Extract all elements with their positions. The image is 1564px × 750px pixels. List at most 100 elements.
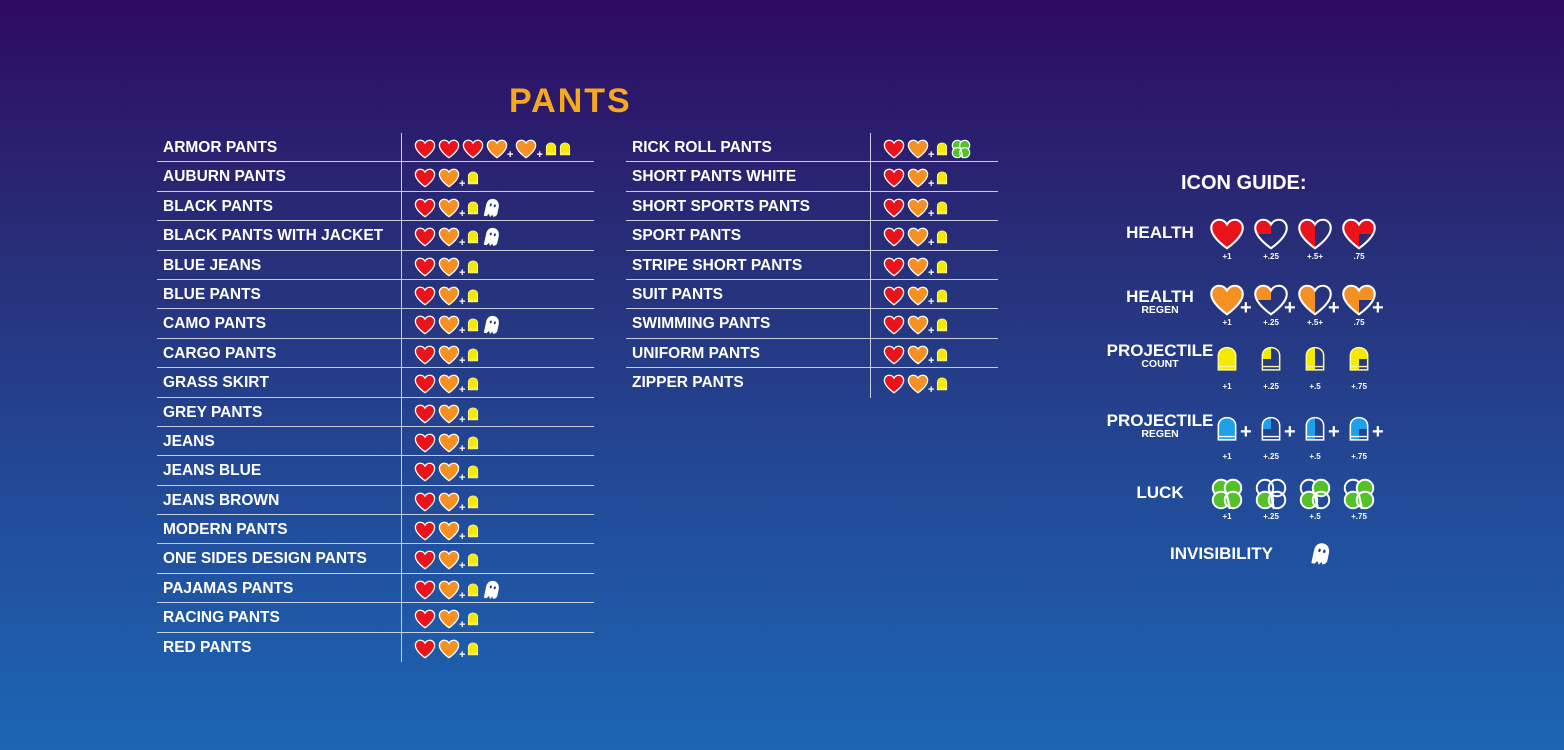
heart-icon xyxy=(1254,218,1288,250)
column-divider xyxy=(870,338,871,368)
item-name: SHORT SPORTS PANTS xyxy=(632,197,810,215)
heart-icon xyxy=(462,139,484,159)
heart-regen-icon xyxy=(438,433,460,453)
bullet-regen-icon xyxy=(1305,416,1325,441)
column-divider xyxy=(401,221,402,250)
clover-icon xyxy=(1299,478,1331,510)
bullet-icon xyxy=(1305,346,1325,371)
item-name: MODERN PANTS xyxy=(163,521,288,539)
heart-regen-icon xyxy=(486,139,508,159)
heart-regen-icon xyxy=(907,169,929,188)
heart-icon xyxy=(414,315,436,335)
column-divider xyxy=(870,191,871,221)
regen-plus-mark: + xyxy=(459,531,466,544)
icon-guide-title: ICON GUIDE: xyxy=(1181,172,1307,194)
item-name: UNIFORM PANTS xyxy=(632,344,761,362)
regen-plus-mark: + xyxy=(459,295,466,308)
guide-item: +1 xyxy=(1204,216,1250,261)
stat-icons: + xyxy=(413,371,480,396)
guide-item: +.25 xyxy=(1248,336,1294,391)
item-name: CARGO PANTS xyxy=(163,344,277,362)
item-name: JEANS xyxy=(163,432,215,450)
regen-plus-mark: + xyxy=(459,354,466,367)
invisibility-label: INVISIBILITY xyxy=(1170,544,1273,563)
stat-icons: + xyxy=(413,195,504,219)
guide-item: +.5+ xyxy=(1292,216,1338,261)
guide-item: +1 xyxy=(1204,476,1250,521)
heart-icon xyxy=(883,139,905,159)
column-divider xyxy=(401,632,402,663)
guide-value: +.75 xyxy=(1351,512,1367,521)
table-row: CARGO PANTS + xyxy=(157,338,594,369)
item-name: STRIPE SHORT PANTS xyxy=(632,256,803,274)
guide-value: .75 xyxy=(1353,318,1365,327)
heart-regen-icon xyxy=(438,551,460,570)
table-row: SPORT PANTS + xyxy=(626,221,998,251)
heart-icon xyxy=(1298,218,1332,250)
heart-regen-icon xyxy=(438,580,460,600)
heart-icon xyxy=(883,374,905,394)
table-row: GRASS SKIRT + xyxy=(157,368,594,398)
bullet-icon xyxy=(468,642,479,655)
clover-icon xyxy=(1343,478,1375,510)
heart-icon xyxy=(414,286,436,306)
bullet-icon xyxy=(468,612,479,626)
heart-icon xyxy=(414,227,436,247)
heart-icon xyxy=(414,551,436,570)
guide-item: .75 xyxy=(1336,216,1382,261)
heart-icon xyxy=(883,169,905,188)
stat-icons: + xyxy=(413,224,504,250)
guide-value: +.5 xyxy=(1309,452,1321,461)
item-name: ARMOR PANTS xyxy=(163,139,278,156)
right-pants-table: RICK ROLL PANTS + SHORT PANTS WHITE + SHORT … xyxy=(626,133,998,398)
bullet-regen-icon xyxy=(1261,416,1281,441)
table-row: CAMO PANTS + xyxy=(157,309,594,339)
table-row: RICK ROLL PANTS + xyxy=(626,133,998,163)
stat-icons: + xyxy=(882,254,949,278)
ghost-icon xyxy=(1311,543,1330,565)
heart-regen-icon xyxy=(438,639,460,659)
heart-icon xyxy=(438,139,460,159)
column-divider xyxy=(870,368,871,398)
regen-plus-mark: + xyxy=(928,207,935,220)
guide-value: +1 xyxy=(1222,252,1232,261)
heart-regen-icon xyxy=(438,169,460,188)
stat-icons: + xyxy=(413,430,480,454)
stat-icons: + + xyxy=(413,136,572,161)
bullet-icon xyxy=(937,171,948,185)
stat-icons: + xyxy=(882,371,949,396)
item-name: AUBURN PANTS xyxy=(163,168,286,186)
guide-value: +.25 xyxy=(1263,252,1279,261)
heart-icon xyxy=(1210,218,1244,250)
bullet-icon xyxy=(937,201,948,215)
column-divider xyxy=(401,191,402,221)
clover-icon xyxy=(952,139,971,159)
heart-icon xyxy=(414,198,436,218)
bullet-icon xyxy=(468,524,479,538)
table-row: UNIFORM PANTS + xyxy=(626,338,998,369)
table-row: AUBURN PANTS + xyxy=(157,162,594,192)
bullet-icon xyxy=(937,377,948,391)
column-divider xyxy=(401,603,402,632)
heart-icon xyxy=(414,169,436,188)
heart-regen-icon xyxy=(907,374,929,394)
guide-value: +.5+ xyxy=(1306,318,1323,327)
heart-icon xyxy=(414,345,436,365)
regen-plus-mark: + xyxy=(459,413,466,426)
heart-regen-icon xyxy=(438,374,460,394)
bullet-icon xyxy=(468,260,479,273)
bullet-icon xyxy=(937,348,948,361)
heart-icon xyxy=(414,374,436,394)
regen-plus-mark: + xyxy=(459,237,466,250)
clover-icon xyxy=(1211,478,1243,510)
stat-icons: + xyxy=(413,312,504,337)
heart-regen-icon xyxy=(438,521,460,541)
column-divider xyxy=(401,515,402,544)
column-divider xyxy=(401,573,402,603)
stat-icons: + xyxy=(882,165,949,190)
table-row: STRIPE SHORT PANTS + xyxy=(626,250,998,280)
bullet-icon xyxy=(545,142,556,156)
stat-icons: + xyxy=(882,224,949,249)
regen-plus-mark: + xyxy=(1372,421,1384,443)
stat-icons: + xyxy=(413,459,480,484)
